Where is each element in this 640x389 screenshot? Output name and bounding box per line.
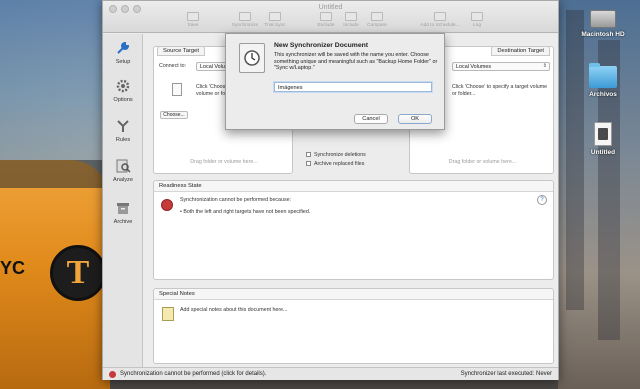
- readiness-panel: Readiness State Synchronization cannot b…: [153, 180, 554, 280]
- sidebar-item-label: Setup: [115, 59, 131, 65]
- desktop-icon-label: Macintosh HD: [581, 31, 625, 38]
- ok-button[interactable]: OK: [398, 114, 432, 124]
- document-name-input[interactable]: Imágenes: [274, 82, 432, 92]
- gear-icon: [115, 78, 131, 94]
- toolbar-label: Log: [472, 23, 481, 28]
- sync-deletions-label: Synchronize deletions: [314, 152, 366, 158]
- readiness-bullet-text: Both the left and right targets have not…: [183, 209, 311, 215]
- schedule-icon: [434, 12, 446, 21]
- document-icon: [172, 83, 182, 96]
- help-button[interactable]: ?: [537, 195, 547, 205]
- sidebar: Setup Options Rules Analyze Archive: [103, 34, 143, 367]
- readiness-bullet: • Both the left and right targets have n…: [180, 209, 311, 215]
- connect-to-label: Connect to:: [159, 63, 187, 69]
- toolbar-trial-sync-button[interactable]: Trial Sync: [255, 12, 295, 28]
- note-pencil-icon: [162, 307, 174, 321]
- source-choose-button[interactable]: Choose...: [160, 111, 188, 119]
- sidebar-item-label: Archive: [113, 219, 133, 225]
- sheet-description: This synchronizer will be saved with the…: [274, 52, 438, 72]
- sync-deletions-option[interactable]: Synchronize deletions: [306, 152, 366, 159]
- title-bar: Untitled Save Synchronize Trial Sync Exc…: [103, 1, 558, 33]
- log-icon: [471, 12, 483, 21]
- sidebar-item-rules[interactable]: Rules: [103, 118, 143, 143]
- archive-replaced-checkbox[interactable]: [306, 161, 311, 166]
- desktop-icon-untitled[interactable]: Untitled: [568, 122, 638, 156]
- sidebar-item-label: Analyze: [113, 177, 133, 183]
- select-value: Local Volumes: [456, 64, 492, 70]
- compare-icon: [371, 12, 383, 21]
- status-bar: Synchronization cannot be performed (cli…: [103, 367, 558, 380]
- special-notes-field[interactable]: Add special notes about this document he…: [180, 307, 287, 314]
- include-icon: [345, 12, 357, 21]
- toolbar-save-button[interactable]: Save: [173, 12, 213, 28]
- sidebar-item-label: Rules: [115, 137, 131, 143]
- trial-sync-icon: [269, 12, 281, 21]
- source-target-tab: Source Target: [157, 46, 205, 56]
- readiness-header: Readiness State: [154, 181, 553, 192]
- destination-target-tab: Destination Target: [491, 46, 550, 56]
- toolbar-label: Save: [187, 23, 199, 28]
- desktop-icon-label: Untitled: [590, 149, 616, 156]
- destination-connect-select[interactable]: Local Volumes: [452, 62, 550, 71]
- wrench-icon: [115, 40, 131, 56]
- cancel-button[interactable]: Cancel: [354, 114, 388, 124]
- synchronize-icon: [239, 12, 251, 21]
- synchronizer-document-icon: [239, 43, 265, 73]
- status-message[interactable]: Synchronization cannot be performed (cli…: [120, 371, 266, 377]
- source-drag-hint: Drag folder or volume here...: [190, 159, 258, 165]
- destination-hint: Click 'Choose' to specify a target volum…: [452, 84, 548, 97]
- rules-icon: [115, 118, 131, 134]
- desktop-icon-archivos[interactable]: Archivos: [568, 63, 638, 98]
- sidebar-item-setup[interactable]: Setup: [103, 40, 143, 65]
- archive-box-icon: [115, 200, 131, 216]
- window-title: Untitled: [318, 4, 343, 11]
- readiness-message: Synchronization cannot be performed beca…: [180, 197, 292, 203]
- sidebar-item-archive[interactable]: Archive: [103, 200, 143, 225]
- archive-replaced-label: Archive replaced files: [314, 161, 365, 167]
- toolbar-log-button[interactable]: Log: [457, 12, 497, 28]
- sidebar-item-label: Options: [113, 97, 133, 103]
- archive-replaced-option[interactable]: Archive replaced files: [306, 161, 364, 168]
- destination-drag-hint: Drag folder or volume here...: [448, 159, 517, 165]
- new-document-sheet: New Synchronizer Document This synchroni…: [225, 33, 445, 130]
- special-notes-panel: Special Notes Add special notes about th…: [153, 288, 554, 364]
- desktop-icon-macintosh-hd[interactable]: Macintosh HD: [568, 10, 638, 38]
- status-error-icon: [109, 371, 116, 378]
- taxi-logo: T: [50, 245, 106, 301]
- sync-deletions-checkbox[interactable]: [306, 152, 311, 157]
- document-icon: [594, 122, 612, 146]
- sidebar-item-analyze[interactable]: Analyze: [103, 158, 143, 183]
- sidebar-item-options[interactable]: Options: [103, 78, 143, 103]
- toolbar-label: Trial Sync: [264, 23, 286, 28]
- last-executed-status: Synchronizer last executed: Never: [460, 371, 552, 377]
- sheet-title: New Synchronizer Document: [274, 42, 369, 49]
- toolbar-label: Add to Schedule...: [420, 23, 460, 28]
- city-buildings: [558, 0, 640, 389]
- desktop-icon-label: Archivos: [589, 91, 617, 98]
- toolbar-label: Compare: [367, 23, 387, 28]
- hard-drive-icon: [590, 10, 616, 28]
- error-icon: [161, 199, 173, 211]
- folder-icon: [589, 63, 617, 88]
- taxi-lettering: YC: [0, 258, 26, 278]
- toolbar-compare-button[interactable]: Compare: [357, 12, 397, 28]
- analyze-icon: [115, 158, 131, 174]
- special-notes-header: Special Notes: [154, 289, 553, 300]
- save-icon: [187, 12, 199, 21]
